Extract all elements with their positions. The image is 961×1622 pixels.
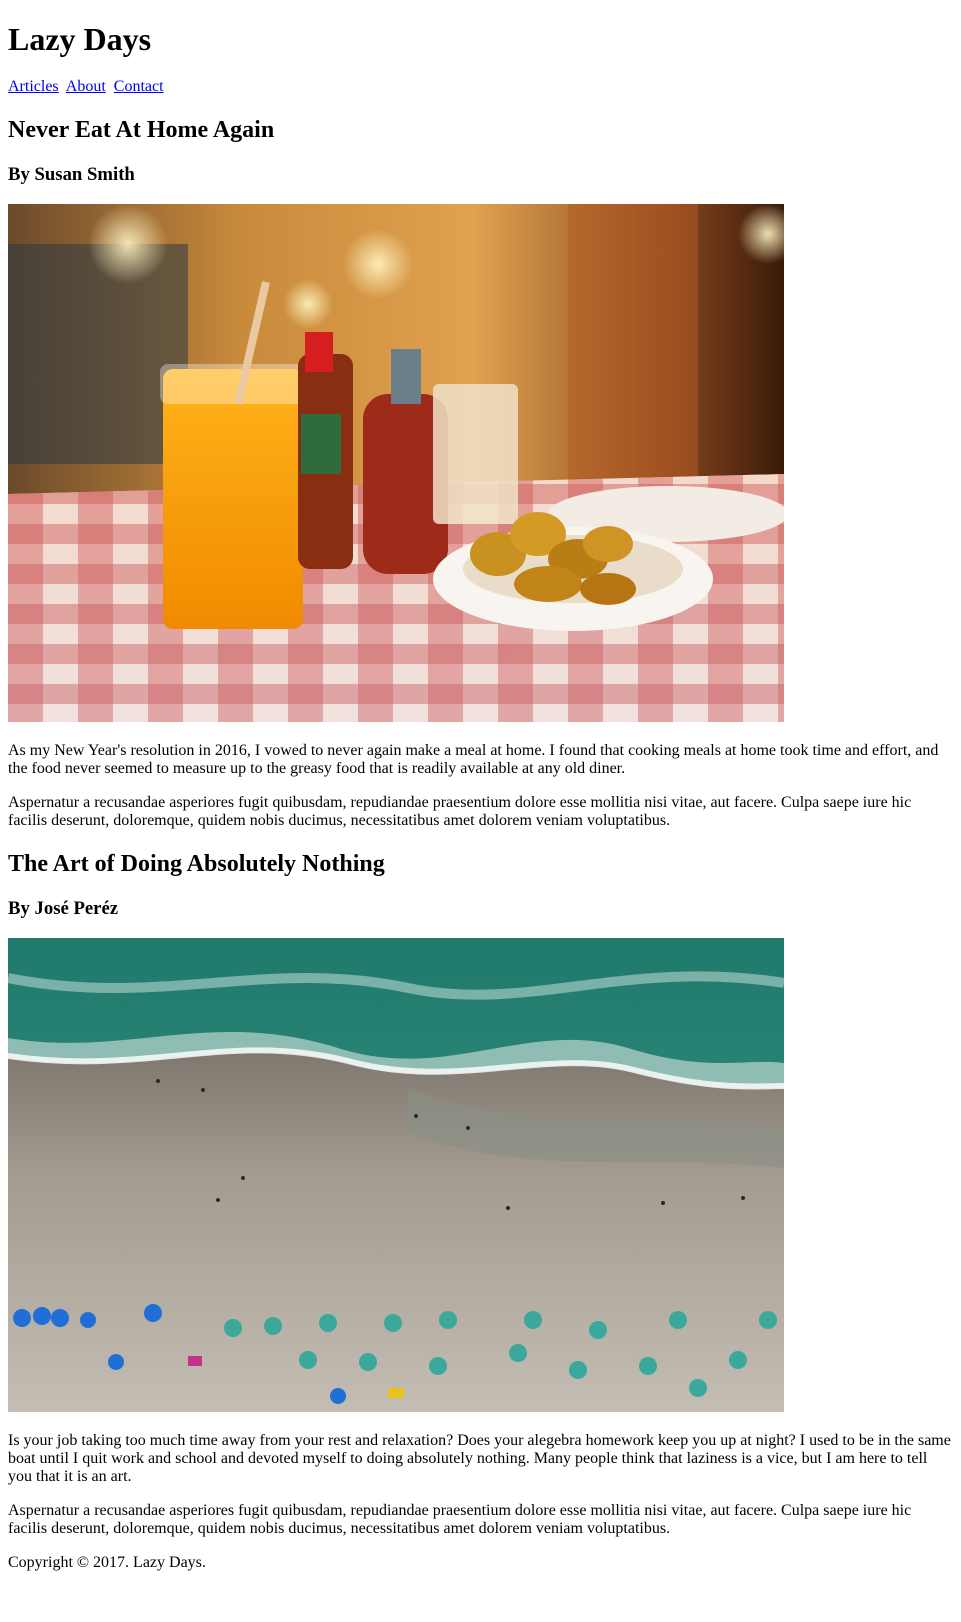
article-paragraph: Is your job taking too much time away fr… <box>8 1432 951 1485</box>
article-byline: By Susan Smith <box>8 164 135 185</box>
site-header: Lazy Days Articles About Contact <box>8 0 953 96</box>
article-2: The Art of Doing Absolutely Nothing By J… <box>8 850 953 1538</box>
article-paragraph: Aspernatur a recusandae asperiores fugit… <box>8 1502 912 1537</box>
article-title: The Art of Doing Absolutely Nothing <box>8 851 385 877</box>
diner-table-photo <box>8 204 784 722</box>
article-1: Never Eat At Home Again By Susan Smith A… <box>8 116 953 830</box>
article-byline: By José Peréz <box>8 898 119 919</box>
article-title: Never Eat At Home Again <box>8 117 275 143</box>
nav-link-about[interactable]: About <box>66 78 106 95</box>
main-nav: Articles About Contact <box>8 78 953 96</box>
article-paragraph: As my New Year's resolution in 2016, I v… <box>8 742 939 777</box>
article-paragraph: Aspernatur a recusandae asperiores fugit… <box>8 794 912 829</box>
site-footer: Copyright © 2017. Lazy Days. <box>8 1554 953 1572</box>
copyright-text: Copyright © 2017. Lazy Days. <box>8 1554 206 1571</box>
page: Lazy Days Articles About Contact Never E… <box>0 0 961 1572</box>
nav-link-contact[interactable]: Contact <box>114 78 164 95</box>
nav-link-articles[interactable]: Articles <box>8 78 59 95</box>
aerial-beach-photo <box>8 938 784 1412</box>
site-title: Lazy Days <box>8 21 152 57</box>
